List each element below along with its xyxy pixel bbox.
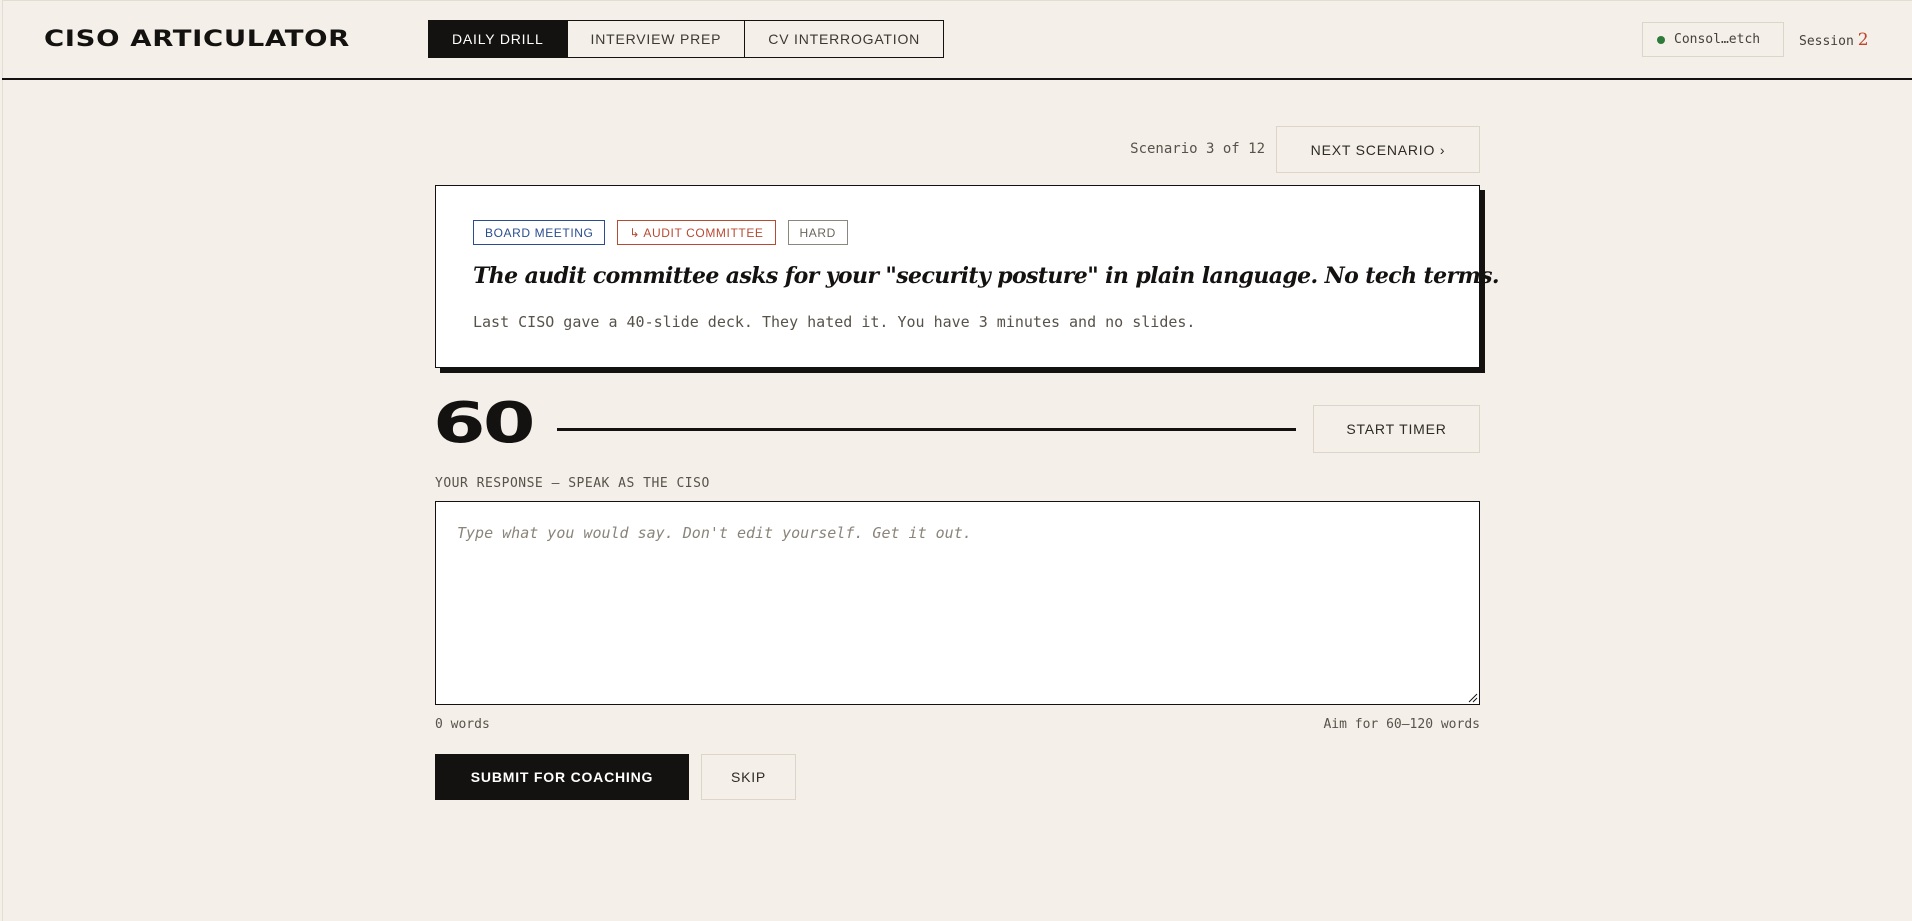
word-count: 0 words xyxy=(435,717,490,732)
skip-button[interactable]: SKIP xyxy=(701,754,796,800)
next-scenario-button[interactable]: NEXT SCENARIO › xyxy=(1276,126,1480,173)
tab-cv-interrogation[interactable]: CV INTERROGATION xyxy=(744,21,944,57)
session-label: Session xyxy=(1799,34,1854,49)
resize-grip-icon[interactable] xyxy=(1466,691,1478,703)
app-header: CISO ARTICULATOR DAILY DRILL INTERVIEW P… xyxy=(2,0,1912,80)
app-logo: CISO ARTICULATOR xyxy=(44,27,350,52)
scenario-context: Last CISO gave a 40-slide deck. They hat… xyxy=(473,313,1196,331)
mode-tabs: DAILY DRILL INTERVIEW PREP CV INTERROGAT… xyxy=(428,20,945,58)
response-label: YOUR RESPONSE — SPEAK AS THE CISO xyxy=(435,476,710,491)
response-textarea[interactable] xyxy=(435,501,1480,705)
model-name: Consol…etch xyxy=(1674,32,1761,47)
scenario-tags: BOARD MEETING ↳ AUDIT COMMITTEE HARD xyxy=(473,220,848,245)
scenario-counter: Scenario 3 of 12 xyxy=(1130,141,1265,157)
session-indicator: Session 2 xyxy=(1799,30,1869,50)
app-frame xyxy=(2,0,1912,921)
submit-for-coaching-button[interactable]: SUBMIT FOR COACHING xyxy=(435,754,689,800)
scenario-prompt: The audit committee asks for your "secur… xyxy=(473,263,1500,289)
timer-progress-bar xyxy=(557,428,1296,431)
scenario-card: BOARD MEETING ↳ AUDIT COMMITTEE HARD The… xyxy=(435,185,1500,368)
tag-audience: ↳ AUDIT COMMITTEE xyxy=(617,220,776,245)
word-target: Aim for 60–120 words xyxy=(1323,717,1480,732)
status-dot-icon xyxy=(1657,35,1665,44)
session-number: 2 xyxy=(1857,30,1869,50)
start-timer-button[interactable]: START TIMER xyxy=(1313,405,1480,453)
tab-interview-prep[interactable]: INTERVIEW PREP xyxy=(566,21,745,57)
timer-display: 60 xyxy=(433,391,536,456)
tag-difficulty: HARD xyxy=(787,220,848,245)
tab-daily-drill[interactable]: DAILY DRILL xyxy=(429,21,567,57)
model-status-pill[interactable]: Consol…etch xyxy=(1642,22,1784,57)
tag-context: BOARD MEETING xyxy=(473,220,606,245)
